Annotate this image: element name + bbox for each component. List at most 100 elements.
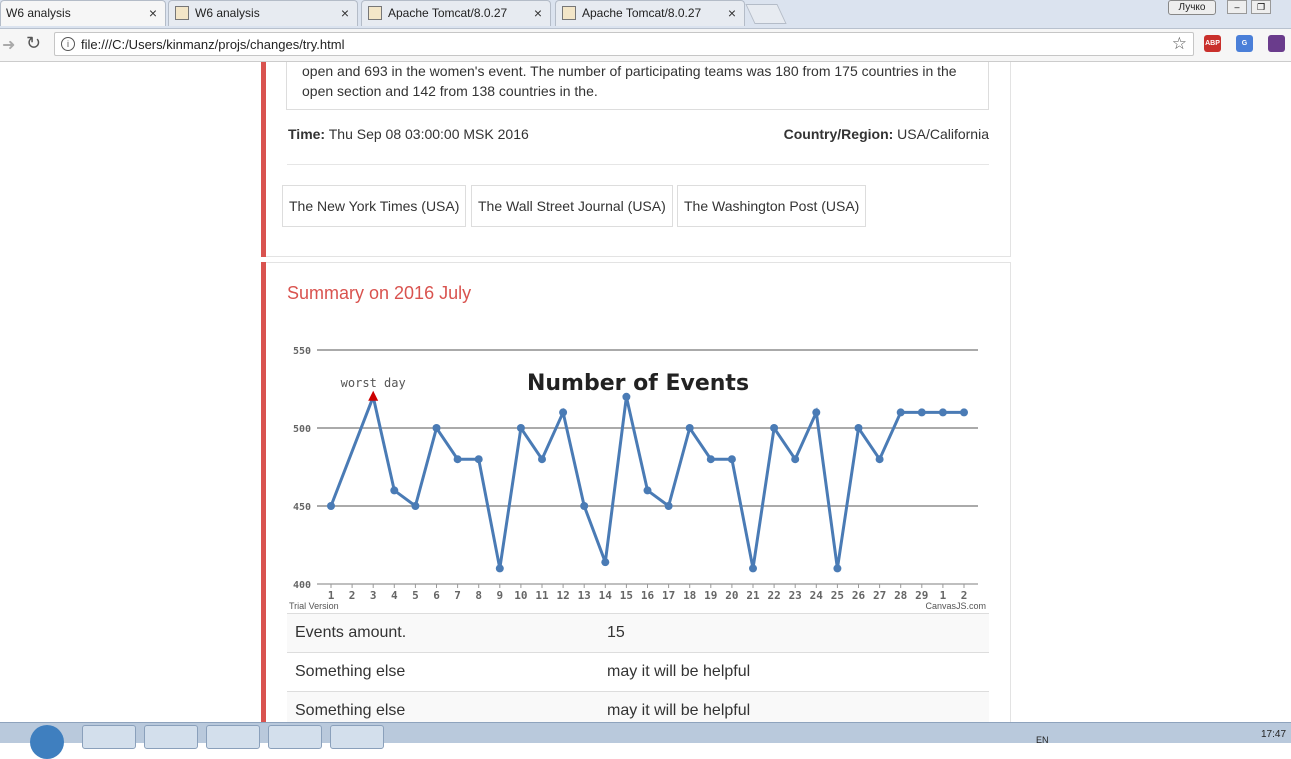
data-point[interactable] <box>432 424 441 432</box>
row-value: 15 <box>607 624 625 641</box>
x-tick-label: 17 <box>662 589 675 602</box>
start-button[interactable] <box>30 725 64 759</box>
data-point[interactable] <box>495 564 504 573</box>
data-point[interactable] <box>854 424 863 432</box>
data-point[interactable] <box>917 408 926 417</box>
favicon-icon <box>175 6 189 20</box>
data-point[interactable] <box>938 408 947 417</box>
x-tick-label: 12 <box>556 589 569 602</box>
annotation-marker[interactable] <box>368 390 379 401</box>
y-tick-label: 550 <box>293 346 311 357</box>
region-value: USA/California <box>897 126 989 142</box>
x-tick-label: 27 <box>873 589 886 602</box>
translate-icon[interactable]: G <box>1236 35 1253 52</box>
x-tick-label: 16 <box>641 589 655 602</box>
back-arrow-icon[interactable]: ➜ <box>2 35 15 55</box>
url-text[interactable]: file:///C:/Users/kinmanz/projs/changes/t… <box>81 37 344 52</box>
data-point[interactable] <box>538 455 546 464</box>
language-indicator[interactable]: EN <box>1036 735 1049 745</box>
x-tick-label: 3 <box>370 589 377 602</box>
data-point[interactable] <box>601 558 610 567</box>
bookmark-star-icon[interactable]: ☆ <box>1172 34 1187 54</box>
x-tick-label: 8 <box>475 589 482 602</box>
adblock-icon[interactable]: ABP <box>1204 35 1221 52</box>
series-line <box>329 391 964 569</box>
data-point[interactable] <box>749 564 757 573</box>
divider <box>287 164 989 165</box>
taskbar-app-icon[interactable] <box>330 725 384 749</box>
browser-tab[interactable]: W6 analysis × <box>0 0 166 26</box>
data-point[interactable] <box>706 455 715 464</box>
data-point[interactable] <box>390 486 399 495</box>
clock[interactable]: 17:47 <box>1261 729 1286 740</box>
data-point[interactable] <box>643 486 652 495</box>
data-point[interactable] <box>896 408 905 417</box>
data-point[interactable] <box>411 502 420 510</box>
x-tick-label: 23 <box>789 589 802 602</box>
x-tick-label: 11 <box>535 589 549 602</box>
data-point[interactable] <box>685 424 694 432</box>
data-point[interactable] <box>833 564 842 573</box>
y-tick-label: 400 <box>293 580 311 591</box>
restore-icon[interactable]: ❐ <box>1251 0 1271 14</box>
data-point[interactable] <box>622 392 631 401</box>
data-point[interactable] <box>559 408 568 417</box>
x-tick-label: 7 <box>454 589 461 602</box>
minimize-icon[interactable]: – <box>1227 0 1247 14</box>
data-point[interactable] <box>791 455 800 464</box>
chart-title: Number of Events <box>527 371 749 396</box>
reload-icon[interactable]: ↻ <box>26 33 41 54</box>
row-label: Events amount. <box>295 624 407 641</box>
row-value: may it will be helpful <box>607 702 751 719</box>
x-tick-label: 26 <box>852 589 866 602</box>
tab-strip: W6 analysis × W6 analysis × Apache Tomca… <box>0 0 1291 29</box>
time-label: Time: <box>288 126 326 142</box>
address-bar[interactable]: i file:///C:/Users/kinmanz/projs/changes… <box>54 32 1194 56</box>
source-link[interactable]: The Wall Street Journal (USA) <box>471 185 673 227</box>
data-point[interactable] <box>727 455 736 464</box>
row-label: Something else <box>295 702 406 719</box>
close-tab-icon[interactable]: × <box>534 5 542 21</box>
canvasjs-credit[interactable]: CanvasJS.com <box>925 601 986 611</box>
profile-button[interactable]: Лучко <box>1168 0 1216 15</box>
close-tab-icon[interactable]: × <box>341 5 349 21</box>
table-row: Something else may it will be helpful <box>287 691 989 722</box>
card-accent <box>261 262 266 722</box>
data-point[interactable] <box>875 455 884 464</box>
x-tick-label: 2 <box>349 589 356 602</box>
data-point[interactable] <box>960 408 968 417</box>
source-link[interactable]: The New York Times (USA) <box>282 185 467 227</box>
region-field: Country/Region: USA/California <box>784 126 989 142</box>
data-point[interactable] <box>474 455 483 464</box>
data-point[interactable] <box>812 408 821 417</box>
x-tick-label: 4 <box>391 589 398 602</box>
event-meta: Time: Thu Sep 08 03:00:00 MSK 2016 Count… <box>288 126 989 146</box>
tab-title: W6 analysis <box>6 6 71 20</box>
taskbar: EN 17:47 <box>0 722 1291 759</box>
browser-toolbar: ➜ ↻ i file:///C:/Users/kinmanz/projs/cha… <box>0 29 1291 62</box>
browser-tab[interactable]: Apache Tomcat/8.0.27 - × <box>555 0 745 26</box>
new-tab-button[interactable] <box>745 4 787 24</box>
annotation-label: worst day <box>341 376 406 390</box>
taskbar-chrome-icon[interactable] <box>268 725 322 749</box>
source-link[interactable]: The Washington Post (USA) <box>677 185 867 227</box>
data-point[interactable] <box>453 455 462 464</box>
browser-tab[interactable]: Apache Tomcat/8.0.27 - × <box>361 0 551 26</box>
data-point[interactable] <box>770 424 779 432</box>
taskbar-firefox-icon[interactable] <box>206 725 260 749</box>
description-text: open and 693 in the women's event. The n… <box>302 63 957 99</box>
data-point[interactable] <box>516 424 525 432</box>
data-point[interactable] <box>664 502 673 510</box>
taskbar-media-icon[interactable] <box>144 725 198 749</box>
extension-icon[interactable] <box>1268 35 1285 52</box>
tab-title: Apache Tomcat/8.0.27 - <box>388 6 508 20</box>
close-tab-icon[interactable]: × <box>728 5 736 21</box>
info-icon[interactable]: i <box>61 37 75 51</box>
data-point[interactable] <box>327 502 335 510</box>
events-chart: Number of Events 400450500550 1234567891… <box>289 346 986 611</box>
x-tick-label: 20 <box>725 589 738 602</box>
data-point[interactable] <box>580 502 589 510</box>
close-tab-icon[interactable]: × <box>149 5 157 21</box>
taskbar-explorer-icon[interactable] <box>82 725 136 749</box>
browser-tab[interactable]: W6 analysis × <box>168 0 358 26</box>
